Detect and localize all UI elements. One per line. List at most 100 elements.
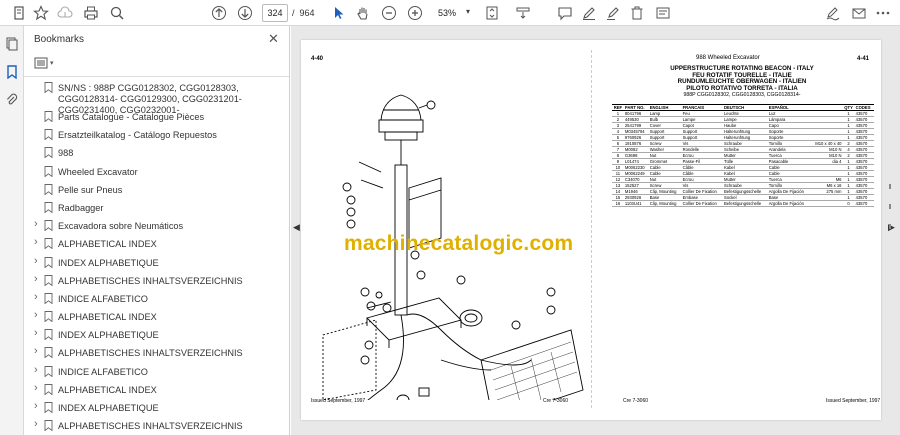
hand-tool-icon[interactable] (354, 4, 372, 22)
table-row: 16 1103U41 Clip, Mounting Collier De Fixati… (612, 200, 874, 207)
bookmark-label: INDICE ALFABETICO (58, 366, 148, 377)
trash-icon[interactable] (628, 4, 646, 22)
bookmark-item[interactable]: › ALPHABETICAL INDEX (24, 382, 282, 400)
zoom-level-select[interactable]: 53% (432, 4, 478, 22)
bookmark-item[interactable]: SN/NS : 988P CGG0128302, CGG0128303, CGG… (24, 80, 282, 115)
bookmark-item[interactable]: Wheeled Excavator (24, 164, 282, 182)
next-page-icon[interactable] (236, 4, 254, 22)
bookmark-icon (44, 129, 53, 141)
attachment-icon[interactable] (4, 92, 20, 108)
sign-icon[interactable] (824, 4, 842, 22)
bookmark-item[interactable]: › Excavadora sobre Neumáticos (24, 218, 282, 236)
page-thumbnails-icon[interactable] (4, 36, 20, 52)
bookmark-item[interactable]: › ALPHABETISCHES INHALTSVERZEICHNIS (24, 345, 282, 363)
title-line: PILOTO ROTATIVO TORRETA - ITALIA (686, 84, 798, 92)
comment-icon[interactable] (556, 4, 574, 22)
bookmark-item[interactable]: › ALPHABETISCHES INHALTSVERZEICHNIS (24, 273, 282, 291)
close-icon[interactable]: ✕ (268, 31, 279, 47)
chevron-right-icon[interactable]: › (34, 291, 42, 303)
more-options-icon[interactable] (874, 4, 892, 22)
chevron-right-icon[interactable]: › (34, 400, 42, 412)
bookmark-item[interactable]: Parts Catalogue - Catalogue Pièces (24, 109, 282, 127)
bookmark-label: ALPHABETICAL INDEX (58, 312, 157, 323)
bookmark-item[interactable]: › INDICE ALFABETICO (24, 364, 282, 382)
footer-issued-right: Issued September, 1997 (826, 398, 881, 404)
section-title: UPPERSTRUCTURE ROTATING BEACON - ITALY F… (611, 65, 873, 99)
table-cell: 43570 (854, 200, 874, 207)
bookmark-label: Radbagger (58, 202, 104, 213)
footer-issued-left: Issued September, 1997 (311, 398, 366, 404)
bookmark-item[interactable]: › INDEX ALPHABETIQUE (24, 255, 282, 273)
document-view[interactable]: ◀ ▶ 4-40 4-41 machinecatalogic.com 988 W… (291, 26, 900, 435)
zoom-out-icon[interactable] (380, 4, 398, 22)
document-page: 4-40 4-41 machinecatalogic.com 988 Wheel… (301, 40, 881, 420)
chevron-right-icon[interactable]: › (34, 418, 42, 430)
bookmark-label: ALPHABETISCHES INHALTSVERZEICHNIS (58, 348, 243, 359)
chevron-right-icon[interactable]: › (34, 273, 42, 285)
star-icon[interactable] (32, 4, 50, 22)
left-page-number: 4-40 (311, 56, 324, 62)
bookmark-item[interactable]: Radbagger (24, 200, 282, 218)
page-number-input[interactable]: 324 (262, 4, 288, 22)
bookmark-label: INDEX ALPHABETIQUE (58, 403, 159, 413)
bookmark-icon (44, 220, 53, 232)
right-page-number: 4-41 (857, 56, 870, 62)
chevron-right-icon[interactable]: › (34, 327, 42, 339)
bookmark-item[interactable]: › ALPHABETICAL INDEX (24, 309, 282, 327)
chevron-down-icon[interactable]: ▾ (466, 7, 470, 16)
table-cell: Clip, Mounting (648, 188, 682, 195)
bookmark-label: INDICE ALFABETICO (58, 293, 148, 304)
bookmark-item[interactable]: › ALPHABETICAL INDEX (24, 236, 282, 254)
prev-page-arrow-icon[interactable]: ◀ (293, 222, 300, 233)
chevron-right-icon[interactable]: › (34, 309, 42, 321)
bookmark-icon (44, 183, 53, 195)
bookmark-icon (44, 82, 53, 93)
bookmark-item[interactable]: 988 (24, 145, 282, 163)
table-cell: Argolla De Fijación (767, 200, 811, 207)
table-cell: 0 (842, 200, 855, 207)
bookmark-options-button[interactable]: ▾ (34, 56, 56, 70)
zoom-search-icon[interactable] (108, 4, 126, 22)
bookmark-item[interactable]: › ALPHABETISCHES INHALTSVERZEICHNIS (24, 418, 282, 435)
table-cell: Befestigungsschelle (722, 200, 768, 207)
bookmark-item[interactable]: Pelle sur Pneus (24, 182, 282, 200)
chevron-right-icon[interactable]: › (34, 364, 42, 376)
chevron-right-icon[interactable]: › (34, 218, 42, 230)
highlight-icon[interactable] (604, 4, 622, 22)
side-icon-rail (0, 26, 24, 435)
table-cell: 1103U41 (623, 200, 649, 207)
zoom-in-icon[interactable] (406, 4, 424, 22)
footer-code-right: Cre 7-3060 (623, 398, 649, 404)
table-cell: 16 (612, 200, 624, 207)
prev-page-icon[interactable] (210, 4, 228, 22)
pen-icon[interactable] (580, 4, 598, 22)
email-icon[interactable] (850, 4, 868, 22)
chevron-right-icon[interactable]: › (34, 236, 42, 248)
fit-page-icon[interactable] (483, 4, 501, 22)
stamp-icon[interactable] (654, 4, 672, 22)
chevron-right-icon[interactable]: › (34, 255, 42, 267)
bookmark-icon (44, 147, 53, 159)
toolbar: 324 / 964 53% ▾ (0, 0, 900, 26)
scroll-mode-icon[interactable] (514, 4, 532, 22)
bookmark-icon (44, 238, 53, 250)
document-scrollbar[interactable] (887, 34, 893, 424)
bookmark-item[interactable]: › INDICE ALFABETICO (24, 291, 282, 309)
print-icon[interactable] (82, 4, 100, 22)
bookmark-icon[interactable] (4, 64, 20, 80)
select-cursor-icon[interactable] (330, 4, 348, 22)
page-divider (591, 50, 592, 408)
table-cell: Argolla De Fijación (767, 188, 811, 195)
chevron-right-icon[interactable]: › (34, 345, 42, 357)
bookmark-item[interactable]: Ersatzteilkatalog - Catálogo Repuestos (24, 127, 282, 145)
table-header-cell: QTY (842, 104, 855, 111)
bookmark-icon (44, 402, 53, 413)
upload-cloud-icon[interactable] (56, 4, 74, 22)
bookmark-item[interactable]: › INDEX ALPHABETIQUE (24, 400, 282, 418)
home-icon[interactable] (10, 4, 28, 22)
bookmark-item[interactable]: › INDEX ALPHABETIQUE (24, 327, 282, 345)
footer-code-left: Cre 7-3060 (543, 398, 569, 404)
divider (24, 76, 289, 77)
table-cell: M10 x 40 x 40 (810, 140, 843, 147)
chevron-right-icon[interactable]: › (34, 382, 42, 394)
